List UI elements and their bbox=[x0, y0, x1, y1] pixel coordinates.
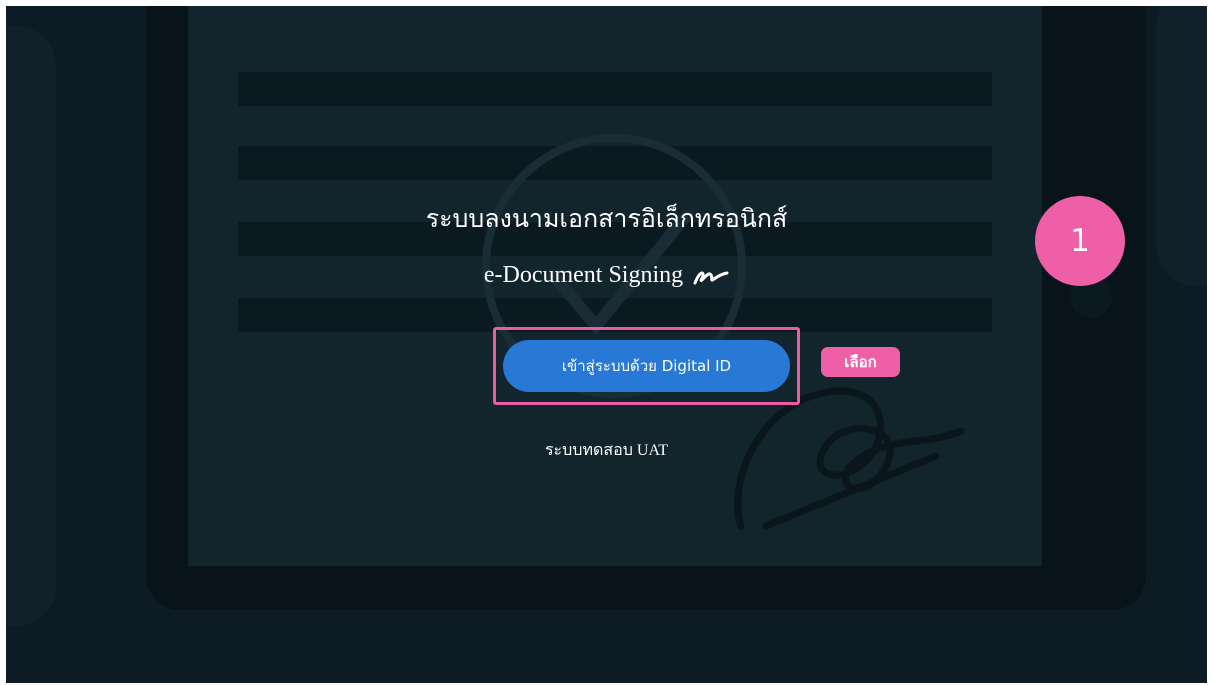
login-screen: ระบบลงนามเอกสารอิเล็กทรอนิกส์ e-Document… bbox=[6, 6, 1207, 683]
page-title-english-text: e-Document Signing bbox=[483, 262, 684, 288]
step-number-badge: 1 bbox=[1035, 196, 1125, 286]
choose-badge: เลือก bbox=[821, 347, 900, 377]
login-digital-id-button[interactable]: เข้าสู่ระบบด้วย Digital ID bbox=[503, 340, 790, 392]
page-title-thai: ระบบลงนามเอกสารอิเล็กทรอนิกส์ bbox=[425, 204, 788, 233]
environment-label: ระบบทดสอบ UAT bbox=[544, 442, 669, 459]
page-title-english: e-Document Signing bbox=[6, 258, 1207, 292]
signature-icon bbox=[693, 271, 729, 285]
